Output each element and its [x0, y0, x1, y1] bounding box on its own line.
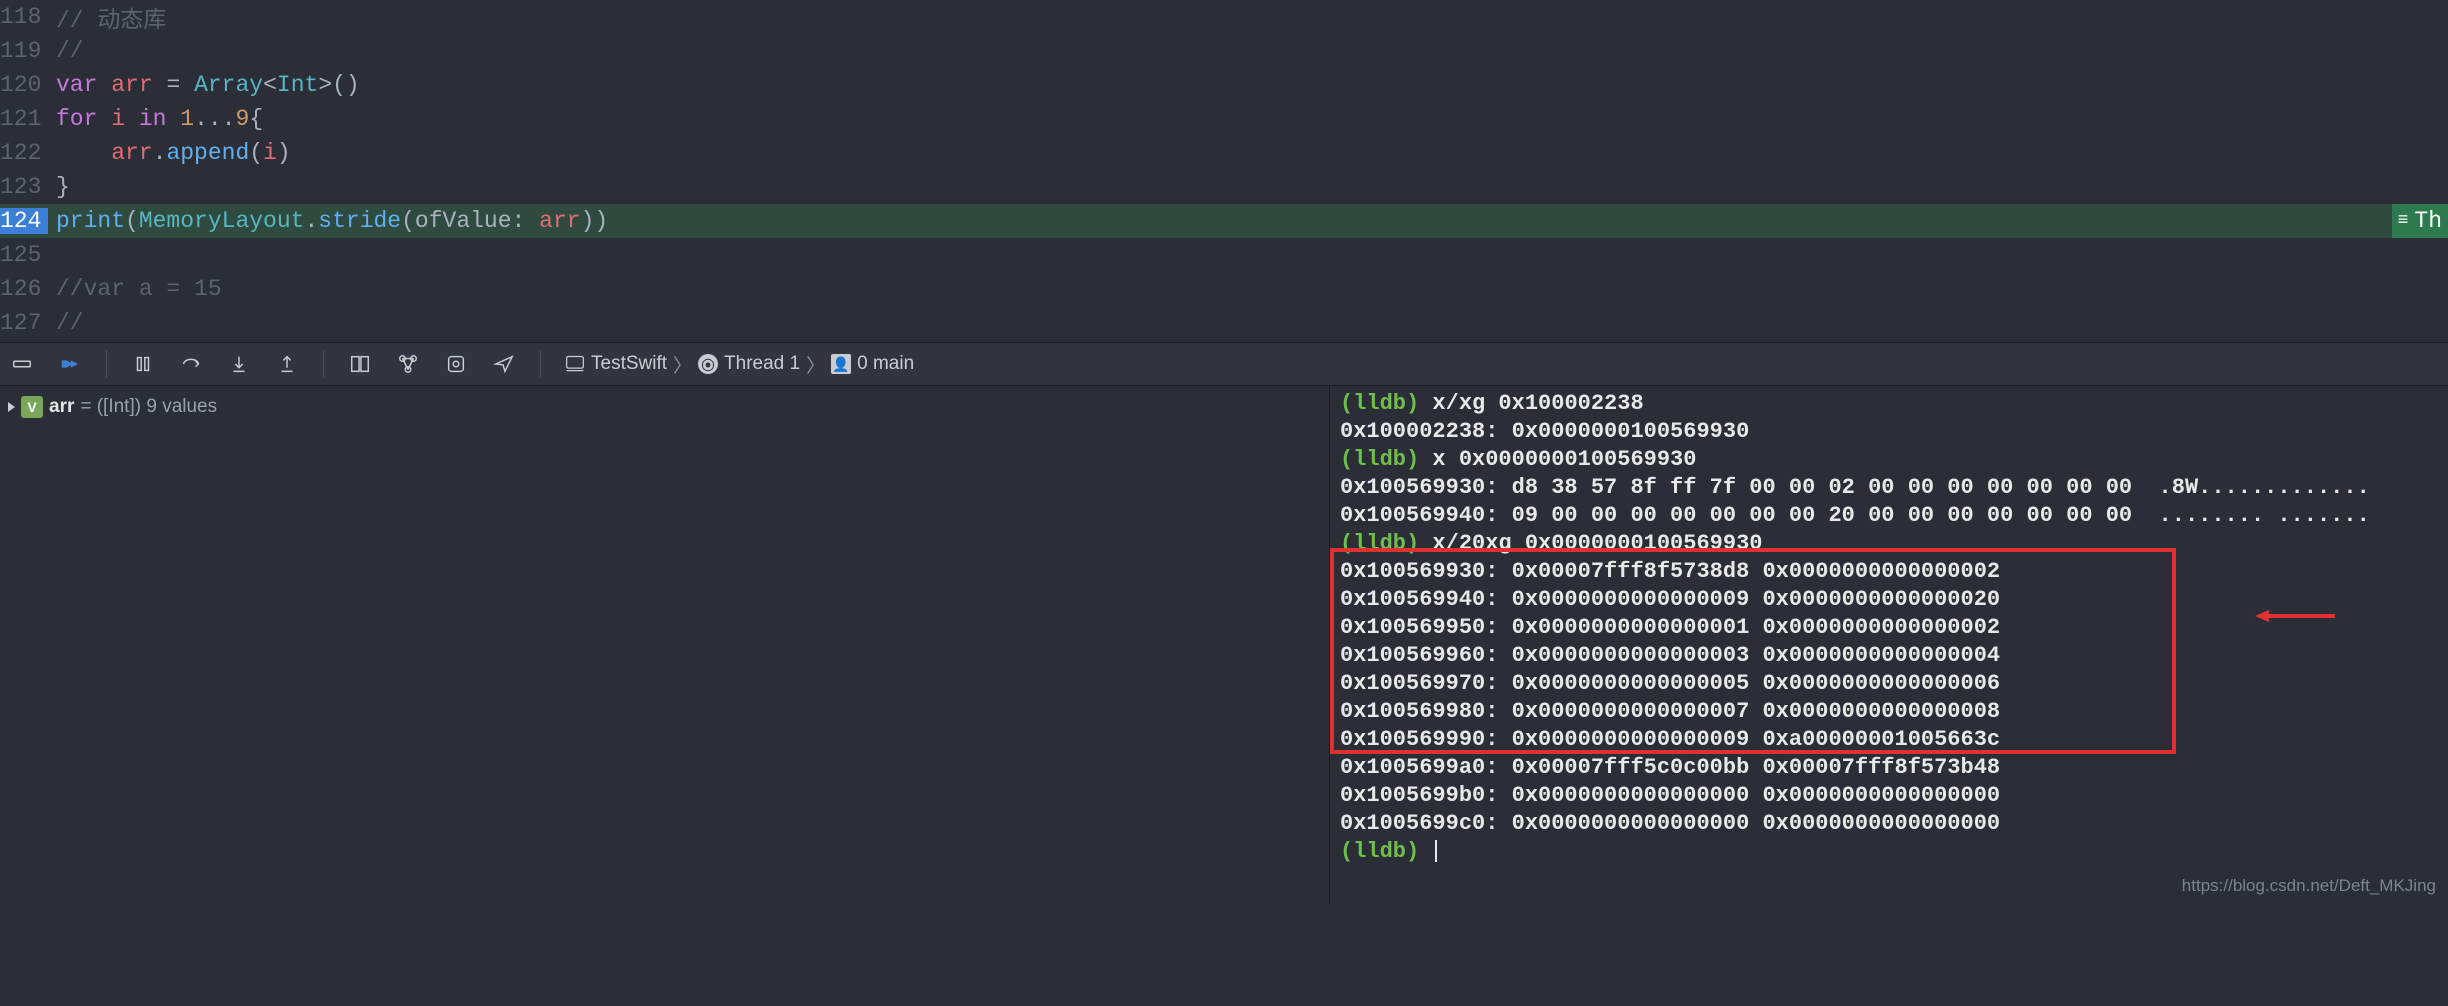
lldb-output-line: 0x100002238: 0x0000000100569930 — [1340, 418, 2438, 446]
line-number[interactable]: 121 — [0, 106, 48, 132]
code-content[interactable]: } — [48, 174, 70, 200]
line-number[interactable]: 118 — [0, 4, 48, 30]
watermark: https://blog.csdn.net/Deft_MKJing — [2182, 876, 2436, 896]
line-number[interactable]: 127 — [0, 310, 48, 336]
debug-toolbar: TestSwift 〉 ⦿ Thread 1 〉 👤 0 main — [0, 342, 2448, 386]
line-number[interactable]: 125 — [0, 242, 48, 268]
variable-type: ([Int]) — [97, 396, 141, 417]
lldb-output-line: 0x100569970: 0x0000000000000005 0x000000… — [1340, 670, 2438, 698]
line-number[interactable]: 120 — [0, 72, 48, 98]
code-editor[interactable]: 118// 动态库119//120var arr = Array<Int>()1… — [0, 0, 2448, 342]
code-line[interactable]: 120var arr = Array<Int>() — [0, 68, 2448, 102]
thread-icon: ⦿ — [698, 354, 718, 374]
debug-breadcrumb[interactable]: TestSwift 〉 ⦿ Thread 1 〉 👤 0 main — [565, 351, 914, 378]
code-content[interactable]: print(MemoryLayout.stride(ofValue: arr)) — [48, 208, 608, 234]
line-number[interactable]: 122 — [0, 140, 48, 166]
lldb-output-line: 0x100569980: 0x0000000000000007 0x000000… — [1340, 698, 2438, 726]
code-line[interactable]: 124print(MemoryLayout.stride(ofValue: ar… — [0, 204, 2448, 238]
lldb-prompt-line[interactable]: (lldb) x/xg 0x100002238 — [1340, 390, 2438, 418]
execution-pointer-badge: ≡Th — [2392, 204, 2448, 238]
lldb-output-line: 0x100569950: 0x0000000000000001 0x000000… — [1340, 614, 2438, 642]
variable-summary: 9 values — [146, 396, 217, 417]
lldb-output-line: 0x100569930: 0x00007fff8f5738d8 0x000000… — [1340, 558, 2438, 586]
lldb-output-line: 0x100569940: 0x0000000000000009 0x000000… — [1340, 586, 2438, 614]
toggle-breakpoints-button[interactable] — [10, 352, 34, 376]
code-line[interactable]: 119// — [0, 34, 2448, 68]
code-content[interactable]: // 动态库 — [48, 0, 166, 34]
lldb-output-line: 0x100569930: d8 38 57 8f ff 7f 00 00 02 … — [1340, 474, 2438, 502]
environment-overrides-button[interactable] — [444, 352, 468, 376]
step-out-button[interactable] — [275, 352, 299, 376]
code-content[interactable]: arr.append(i) — [48, 140, 291, 166]
chevron-icon: 〉 — [806, 351, 825, 378]
lldb-prompt-line[interactable]: (lldb) x 0x0000000100569930 — [1340, 446, 2438, 474]
cursor — [1435, 840, 1437, 862]
line-number[interactable]: 126 — [0, 276, 48, 302]
code-content[interactable]: //var a = 15 — [48, 276, 222, 302]
breadcrumb-frame[interactable]: 0 main — [857, 353, 914, 375]
variable-name: arr — [49, 396, 74, 417]
breadcrumb-project[interactable]: TestSwift — [591, 353, 667, 375]
variables-panel[interactable]: V arr = ([Int]) 9 values — [0, 386, 1330, 904]
code-line[interactable]: 121for i in 1...9{ — [0, 102, 2448, 136]
code-line[interactable]: 123} — [0, 170, 2448, 204]
lldb-output-line: 0x1005699a0: 0x00007fff5c0c00bb 0x00007f… — [1340, 754, 2438, 782]
pause-button[interactable] — [131, 352, 155, 376]
lldb-output-line: 0x100569940: 09 00 00 00 00 00 00 00 20 … — [1340, 502, 2438, 530]
lldb-console[interactable]: (lldb) x/xg 0x1000022380x100002238: 0x00… — [1330, 386, 2448, 904]
chevron-icon: 〉 — [673, 351, 692, 378]
lldb-output-line: 0x1005699b0: 0x0000000000000000 0x000000… — [1340, 782, 2438, 810]
lldb-prompt-line[interactable]: (lldb) x/20xg 0x0000000100569930 — [1340, 530, 2438, 558]
step-over-button[interactable] — [179, 352, 203, 376]
project-icon — [565, 354, 585, 374]
code-line[interactable]: 125 — [0, 238, 2448, 272]
variable-row[interactable]: V arr = ([Int]) 9 values — [8, 392, 1321, 422]
code-content[interactable]: // — [48, 310, 84, 336]
memory-graph-button[interactable] — [396, 352, 420, 376]
variable-kind-badge: V — [21, 396, 43, 418]
lldb-prompt-line[interactable]: (lldb) — [1340, 838, 2438, 866]
lldb-output-line: 0x100569990: 0x0000000000000009 0xa00000… — [1340, 726, 2438, 754]
frame-icon: 👤 — [831, 354, 851, 374]
disclosure-icon[interactable] — [8, 402, 15, 412]
lldb-output-line: 0x100569960: 0x0000000000000003 0x000000… — [1340, 642, 2438, 670]
code-content[interactable]: // — [48, 38, 84, 64]
code-content[interactable]: for i in 1...9{ — [48, 106, 263, 132]
line-number[interactable]: 119 — [0, 38, 48, 64]
lldb-output-line: 0x1005699c0: 0x0000000000000000 0x000000… — [1340, 810, 2438, 838]
code-line[interactable]: 126//var a = 15 — [0, 272, 2448, 306]
breadcrumb-thread[interactable]: Thread 1 — [724, 353, 800, 375]
code-content[interactable]: var arr = Array<Int>() — [48, 72, 360, 98]
continue-button[interactable] — [58, 352, 82, 376]
step-into-button[interactable] — [227, 352, 251, 376]
location-button[interactable] — [492, 352, 516, 376]
code-line[interactable]: 118// 动态库 — [0, 0, 2448, 34]
debug-panels: V arr = ([Int]) 9 values (lldb) x/xg 0x1… — [0, 386, 2448, 904]
code-line[interactable]: 127// — [0, 306, 2448, 340]
line-number[interactable]: 124 — [0, 208, 48, 234]
line-number[interactable]: 123 — [0, 174, 48, 200]
code-line[interactable]: 122 arr.append(i) — [0, 136, 2448, 170]
debug-view-button[interactable] — [348, 352, 372, 376]
